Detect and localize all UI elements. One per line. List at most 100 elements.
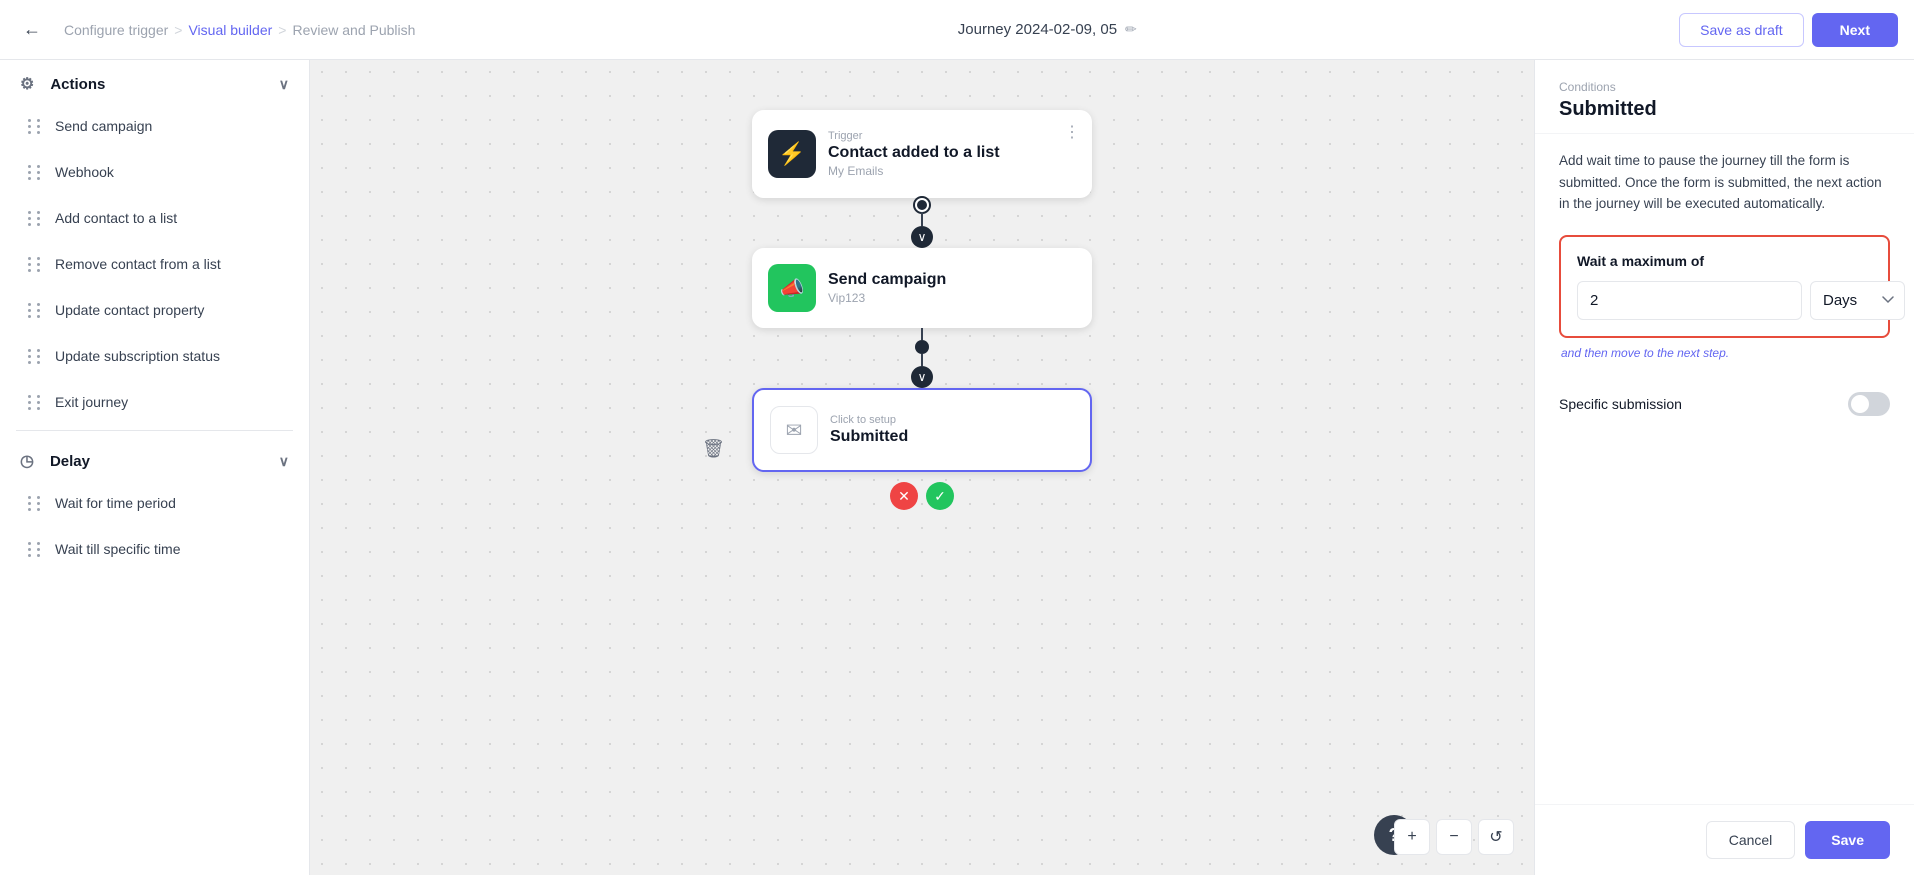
breadcrumb-step3[interactable]: Review and Publish [292, 22, 415, 38]
right-panel-title: Submitted [1559, 98, 1890, 121]
node-actions: ✕ ✓ [890, 482, 954, 510]
campaign-subtitle: Vip123 [828, 291, 946, 305]
back-button[interactable]: ← [16, 14, 48, 46]
trigger-label: Trigger [828, 130, 1000, 142]
sidebar: ⚙ Actions ∨ Send campaign Webhook Add co… [0, 60, 310, 875]
sidebar-divider [16, 430, 293, 431]
campaign-icon-box: 📣 [768, 264, 816, 312]
drag-handle [28, 165, 43, 180]
submitted-icon-box: ✉ [770, 406, 818, 454]
breadcrumb-sep2: > [278, 22, 286, 38]
actions-section-icon: ⚙ [20, 74, 34, 94]
trigger-title: Contact added to a list [828, 144, 1000, 162]
next-step-note: and then move to the next step. [1559, 346, 1890, 360]
delay-section-header: ◷ Delay ∨ [0, 437, 309, 481]
right-panel-footer: Cancel Save [1535, 804, 1914, 875]
connector-dot-1 [915, 198, 929, 212]
delay-section-label: Delay [50, 453, 90, 470]
wait-max-label: Wait a maximum of [1577, 253, 1872, 269]
sidebar-item-label: Update contact property [55, 302, 204, 318]
node-confirm-button[interactable]: ✓ [926, 482, 954, 510]
trigger-icon: ⚡ [778, 141, 805, 167]
right-panel-description: Add wait time to pause the journey till … [1559, 150, 1890, 215]
main-layout: ⚙ Actions ∨ Send campaign Webhook Add co… [0, 60, 1914, 875]
node-cancel-button[interactable]: ✕ [890, 482, 918, 510]
breadcrumb-step2[interactable]: Visual builder [188, 22, 272, 38]
campaign-title: Send campaign [828, 271, 946, 289]
drag-handle [28, 395, 43, 410]
specific-submission-toggle[interactable] [1848, 392, 1890, 416]
delay-section-icon: ◷ [20, 451, 34, 471]
delay-chevron[interactable]: ∨ [279, 453, 289, 470]
connector-chevron-2: ∨ [911, 366, 933, 388]
drag-handle [28, 119, 43, 134]
canvas[interactable]: ⚡ Trigger Contact added to a list My Ema… [310, 60, 1534, 875]
breadcrumb: Configure trigger > Visual builder > Rev… [64, 22, 415, 38]
wait-inputs: Minutes Hours Days Weeks [1577, 281, 1872, 320]
submitted-node[interactable]: ✉ Click to setup Submitted [752, 388, 1092, 472]
submitted-node-container: 🗑 ✉ Click to setup Submitted ✕ ✓ [752, 388, 1092, 510]
sidebar-item-remove-contact[interactable]: Remove contact from a list [8, 242, 301, 286]
breadcrumb-sep1: > [174, 22, 182, 38]
journey-title: Journey 2024-02-09, 05 [958, 21, 1117, 38]
right-panel-header: Conditions Submitted [1535, 60, 1914, 134]
submitted-title: Submitted [830, 428, 908, 446]
right-panel: Conditions Submitted Add wait time to pa… [1534, 60, 1914, 875]
drag-handle [28, 211, 43, 226]
specific-submission-row: Specific submission [1559, 380, 1890, 428]
save-draft-button[interactable]: Save as draft [1679, 13, 1804, 47]
sidebar-item-send-campaign[interactable]: Send campaign [8, 104, 301, 148]
sidebar-item-exit-journey[interactable]: Exit journey [8, 380, 301, 424]
actions-chevron[interactable]: ∨ [279, 76, 289, 93]
journey-title-area: Journey 2024-02-09, 05 ✏ [431, 21, 1663, 38]
zoom-out-button[interactable]: − [1436, 819, 1472, 855]
sidebar-item-label: Add contact to a list [55, 210, 177, 226]
campaign-node[interactable]: 📣 Send campaign Vip123 [752, 248, 1092, 328]
sidebar-item-label: Wait till specific time [55, 541, 181, 557]
right-panel-section-label: Conditions [1559, 80, 1890, 94]
flow-container: ⚡ Trigger Contact added to a list My Ema… [752, 110, 1092, 510]
breadcrumb-step1[interactable]: Configure trigger [64, 22, 168, 38]
cancel-button[interactable]: Cancel [1706, 821, 1796, 859]
drag-handle [28, 349, 43, 364]
drag-handle [28, 257, 43, 272]
actions-section-header: ⚙ Actions ∨ [0, 60, 309, 104]
trigger-subtitle: My Emails [828, 164, 1000, 178]
delete-icon[interactable]: 🗑 [702, 439, 725, 460]
next-button[interactable]: Next [1812, 13, 1898, 47]
connector-2: ∨ [911, 328, 933, 388]
sidebar-item-label: Send campaign [55, 118, 152, 134]
wait-max-box: Wait a maximum of Minutes Hours Days Wee… [1559, 235, 1890, 338]
connector-line-1 [921, 212, 923, 226]
campaign-node-content: Send campaign Vip123 [828, 271, 946, 305]
sidebar-item-update-contact[interactable]: Update contact property [8, 288, 301, 332]
submitted-setup-text: Click to setup [830, 414, 908, 426]
sidebar-item-webhook[interactable]: Webhook [8, 150, 301, 194]
trigger-icon-box: ⚡ [768, 130, 816, 178]
save-button[interactable]: Save [1805, 821, 1890, 859]
trigger-menu-icon[interactable]: ⋮ [1064, 122, 1080, 142]
connector-1: ∨ [911, 198, 933, 248]
sidebar-item-add-contact[interactable]: Add contact to a list [8, 196, 301, 240]
sidebar-item-wait-specific-time[interactable]: Wait till specific time [8, 527, 301, 571]
submitted-icon: ✉ [786, 418, 803, 443]
sidebar-item-wait-time-period[interactable]: Wait for time period [8, 481, 301, 525]
specific-submission-label: Specific submission [1559, 396, 1682, 412]
reset-button[interactable]: ↺ [1478, 819, 1514, 855]
sidebar-item-label: Webhook [55, 164, 114, 180]
wait-unit-select[interactable]: Minutes Hours Days Weeks [1810, 281, 1905, 320]
edit-title-icon[interactable]: ✏ [1125, 21, 1137, 38]
sidebar-item-label: Exit journey [55, 394, 128, 410]
sidebar-item-label: Wait for time period [55, 495, 176, 511]
wait-number-input[interactable] [1577, 281, 1802, 320]
zoom-in-button[interactable]: + [1394, 819, 1430, 855]
canvas-controls: + − ↺ [1394, 819, 1514, 855]
connector-chevron-1: ∨ [911, 226, 933, 248]
campaign-icon: 📣 [780, 276, 805, 301]
sidebar-item-update-subscription[interactable]: Update subscription status [8, 334, 301, 378]
connector-dot-2 [915, 340, 929, 354]
trigger-node[interactable]: ⚡ Trigger Contact added to a list My Ema… [752, 110, 1092, 198]
drag-handle [28, 542, 43, 557]
topbar: ← Configure trigger > Visual builder > R… [0, 0, 1914, 60]
sidebar-item-label: Remove contact from a list [55, 256, 221, 272]
